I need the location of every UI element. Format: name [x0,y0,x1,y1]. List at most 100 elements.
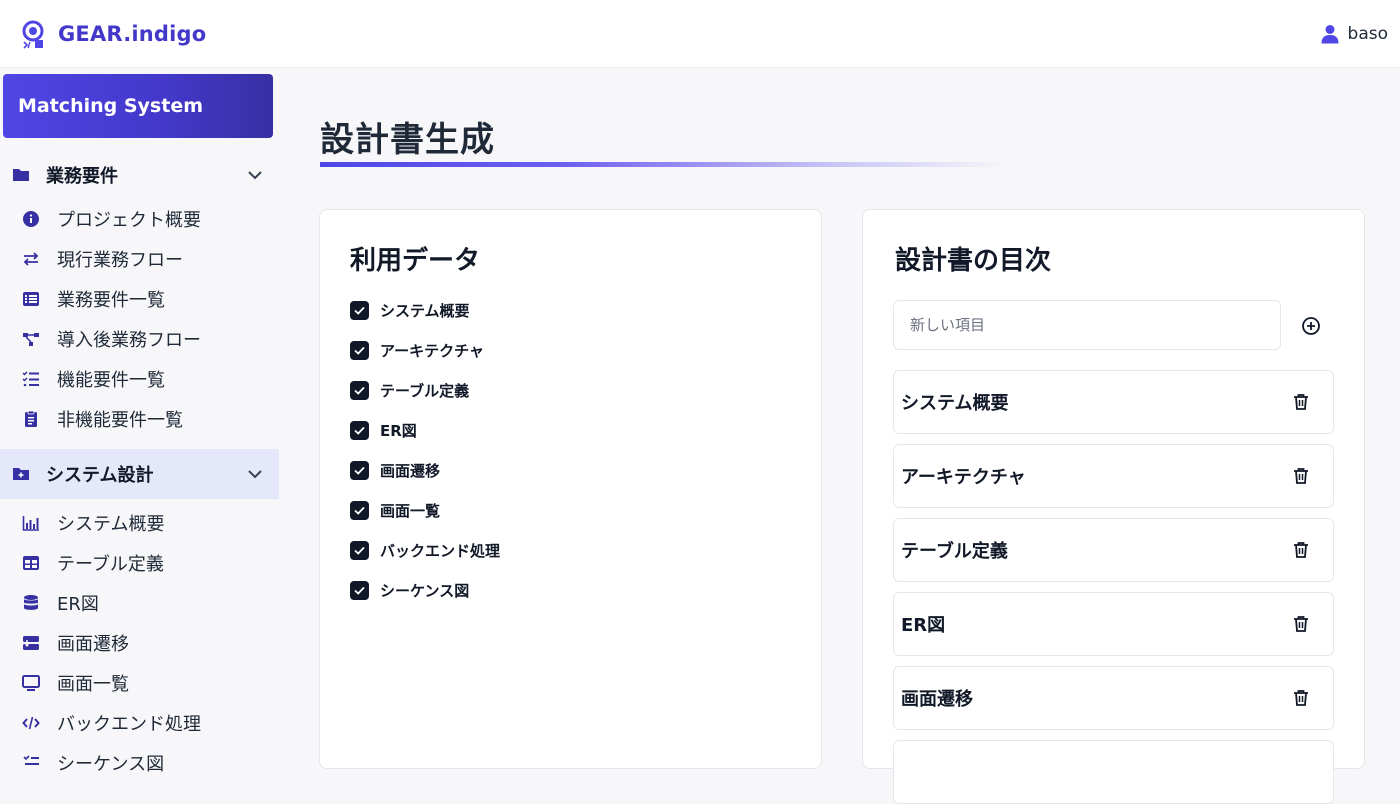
add-item-button[interactable] [1299,314,1323,338]
section-system-design[interactable]: システム設計 [0,449,279,499]
sidebar-item-table-definition[interactable]: テーブル定義 [0,544,279,582]
sidebar-item-label: ER図 [57,594,99,615]
toc-item[interactable]: テーブル定義 [893,518,1334,582]
data-checkbox-table-definition[interactable]: テーブル定義 [350,379,469,401]
sidebar-item-er-diagram[interactable]: ER図 [0,584,279,622]
sidebar-item-label: 非機能要件一覧 [57,410,183,431]
toc-item[interactable]: ER図 [893,592,1334,656]
toc-item[interactable]: アーキテクチャ [893,444,1334,508]
arrows-exchange-icon [23,252,39,266]
page-title: 設計書生成 [320,120,495,160]
checkbox-label: システム概要 [380,301,470,320]
checkbox-checked[interactable] [350,300,369,320]
data-card-title: 利用データ [350,246,481,276]
sidebar-item-backend-processing[interactable]: バックエンド処理 [0,704,279,742]
list-table-icon [23,292,39,306]
data-checkbox-backend-processing[interactable]: バックエンド処理 [350,539,500,561]
bar-chart-icon [22,516,39,531]
section-label: システム設計 [46,465,154,486]
sidebar-item-label: システム概要 [57,514,165,535]
code-icon [22,716,40,730]
sidebar-item-label: 業務要件一覧 [57,290,165,311]
data-checkbox-system-overview[interactable]: システム概要 [350,299,470,321]
sidebar-item-screen-list[interactable]: 画面一覧 [0,664,279,702]
checkbox-label: テーブル定義 [380,381,470,400]
user-icon [1321,24,1339,43]
folder-plus-icon [13,468,29,480]
data-selection-card: 利用データ システム概要 アーキテクチャ テーブル定義 ER図 画面遷移 画面一… [319,209,822,769]
trash-icon [1294,616,1308,632]
sidebar-item-functional-requirements[interactable]: 機能要件一覧 [0,360,279,398]
user-name: baso [1347,23,1388,44]
table-icon [23,556,39,570]
user-menu[interactable]: baso [1320,24,1388,44]
data-checkbox-sequence-diagram[interactable]: シーケンス図 [350,579,469,601]
toc-card-title: 設計書の目次 [895,246,1052,276]
checkbox-checked[interactable] [350,340,369,360]
new-item-input[interactable] [893,300,1281,350]
toc-item-label: テーブル定義 [901,541,1008,562]
sidebar-item-label: 機能要件一覧 [57,370,165,391]
project-button[interactable]: Matching System [3,74,273,138]
sidebar-item-project-overview[interactable]: プロジェクト概要 [0,200,279,238]
data-checkbox-er-diagram[interactable]: ER図 [350,419,417,441]
clipboard-icon [25,410,37,427]
checkbox-checked[interactable] [350,500,369,520]
check-icon [354,386,365,395]
sidebar-item-label: バックエンド処理 [57,714,201,735]
toc-item[interactable]: 画面遷移 [893,666,1334,730]
sequence-icon [23,755,39,765]
check-icon [354,506,365,515]
sidebar-item-system-overview[interactable]: システム概要 [0,504,279,542]
section-business-requirements[interactable]: 業務要件 [0,150,279,200]
delete-button[interactable] [1291,540,1311,560]
checkbox-label: 画面遷移 [380,461,441,480]
plus-circle-icon [1302,317,1320,335]
checkbox-checked[interactable] [350,540,369,560]
checkbox-label: 画面一覧 [380,501,441,520]
sidebar-item-business-requirements-list[interactable]: 業務要件一覧 [0,280,279,318]
check-icon [354,426,365,435]
sidebar-item-label: 導入後業務フロー [57,330,201,351]
toc-item-partial[interactable] [893,740,1334,804]
check-icon [354,546,365,555]
gear-logo-icon [22,20,44,49]
info-icon [23,211,39,227]
sidebar-item-label: シーケンス図 [57,754,165,775]
toc-item[interactable]: システム概要 [893,370,1334,434]
title-underline [320,162,1010,167]
data-checkbox-architecture[interactable]: アーキテクチャ [350,339,484,361]
trash-icon [1294,542,1308,558]
database-icon [24,595,38,610]
delete-button[interactable] [1291,688,1311,708]
delete-button[interactable] [1291,392,1311,412]
sidebar-item-nonfunctional-requirements[interactable]: 非機能要件一覧 [0,400,279,438]
section-label: 業務要件 [46,166,118,187]
toc-item-label: システム概要 [901,393,1009,414]
sidebar-item-label: テーブル定義 [57,554,164,575]
checkbox-checked[interactable] [350,380,369,400]
sidebar-item-label: プロジェクト概要 [57,210,201,231]
delete-button[interactable] [1291,466,1311,486]
sidebar-item-label: 現行業務フロー [57,250,183,271]
checkbox-checked[interactable] [350,460,369,480]
chevron-down-icon [248,470,262,479]
transition-icon [23,636,39,650]
data-checkbox-screen-list[interactable]: 画面一覧 [350,499,440,521]
trash-icon [1294,690,1308,706]
checkbox-label: シーケンス図 [380,581,470,600]
sidebar-item-future-flow[interactable]: 導入後業務フロー [0,320,279,358]
data-checkbox-screen-transition[interactable]: 画面遷移 [350,459,440,481]
check-icon [354,306,365,315]
checkbox-checked[interactable] [350,580,369,600]
sidebar-item-sequence-diagram[interactable]: シーケンス図 [0,744,279,782]
toc-card: 設計書の目次 システム概要 アーキテクチャ テーブル定義 ER図 画面遷移 [862,209,1365,804]
checklist-icon [22,371,39,387]
checkbox-checked[interactable] [350,420,369,440]
brand[interactable]: GEAR.indigo [18,19,206,49]
sidebar-item-current-flow[interactable]: 現行業務フロー [0,240,279,278]
delete-button[interactable] [1291,614,1311,634]
sidebar-item-screen-transition[interactable]: 画面遷移 [0,624,279,662]
toc-item-label: アーキテクチャ [901,467,1026,488]
sidebar-item-label: 画面一覧 [57,674,129,695]
